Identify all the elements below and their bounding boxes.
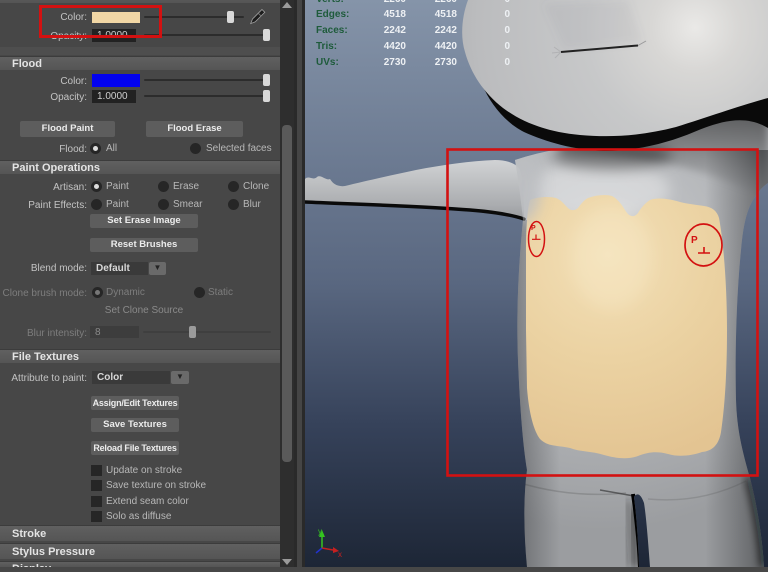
svg-text:4518: 4518 — [384, 9, 407, 20]
svg-text:2730: 2730 — [435, 57, 458, 68]
svg-text:4420: 4420 — [384, 41, 407, 52]
svg-text:0: 0 — [504, 41, 510, 52]
svg-text:y: y — [318, 527, 322, 536]
svg-text:x: x — [338, 550, 342, 559]
svg-text:2730: 2730 — [384, 57, 407, 68]
svg-text:4420: 4420 — [435, 41, 458, 52]
svg-text:2260: 2260 — [384, 0, 407, 5]
svg-text:2242: 2242 — [435, 25, 458, 36]
svg-text:4518: 4518 — [435, 9, 458, 20]
svg-text:P: P — [531, 225, 536, 232]
svg-text:2260: 2260 — [435, 0, 458, 5]
svg-text:P: P — [691, 235, 698, 246]
svg-text:0: 0 — [504, 0, 510, 5]
svg-text:2242: 2242 — [384, 25, 407, 36]
svg-text:Edges:: Edges: — [316, 9, 349, 20]
svg-text:0: 0 — [504, 57, 510, 68]
svg-text:Verts:: Verts: — [316, 0, 344, 5]
svg-text:UVs:: UVs: — [316, 57, 339, 68]
svg-text:Faces:: Faces: — [316, 25, 348, 36]
svg-text:0: 0 — [504, 9, 510, 20]
svg-text:0: 0 — [504, 25, 510, 36]
svg-text:Tris:: Tris: — [316, 41, 337, 52]
